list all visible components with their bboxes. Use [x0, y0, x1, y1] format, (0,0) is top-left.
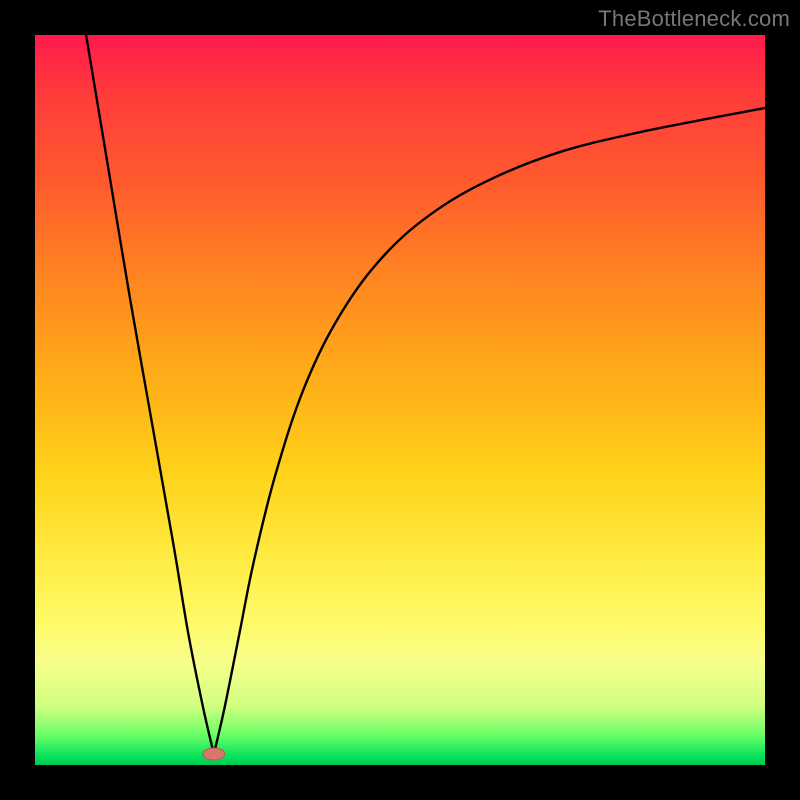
watermark-text: TheBottleneck.com: [598, 6, 790, 32]
curve-group: [86, 35, 765, 754]
chart-svg: [35, 35, 765, 765]
chart-frame: TheBottleneck.com: [0, 0, 800, 800]
curve-left: [86, 35, 214, 754]
plot-area: [35, 35, 765, 765]
min-marker: [203, 748, 225, 760]
curve-right: [214, 108, 765, 754]
